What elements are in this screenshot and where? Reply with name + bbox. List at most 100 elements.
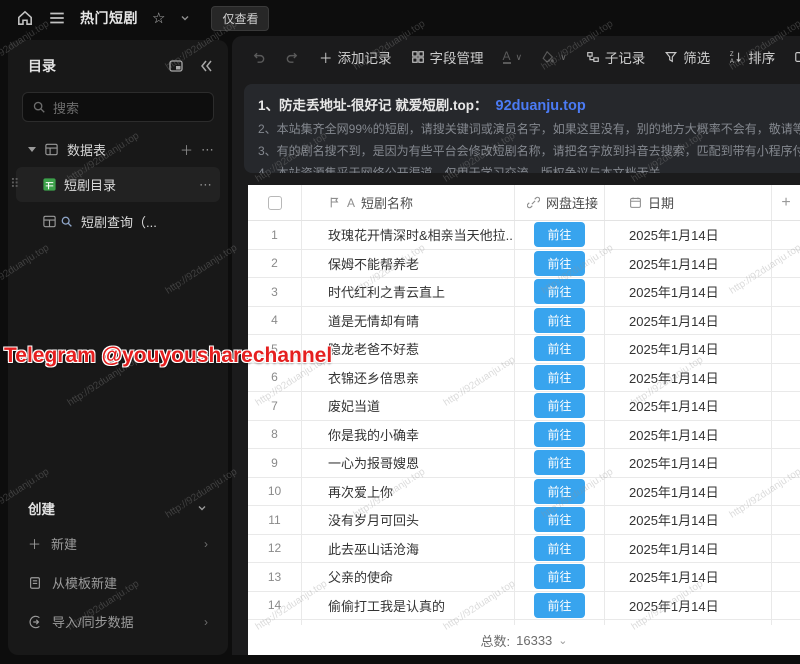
table-row[interactable]: 12 此去巫山话沧海 前往 2025年1月14日 (248, 535, 800, 564)
table-row[interactable]: 2 保姆不能帮养老 前往 2025年1月14日 (248, 250, 800, 279)
cell-drama-name[interactable]: 衣锦还乡倍思亲 (302, 364, 515, 392)
field-management-button[interactable]: 字段管理 (406, 43, 489, 71)
table-row[interactable]: 8 你是我的小确幸 前往 2025年1月14日 (248, 421, 800, 450)
column-header-name[interactable]: 短剧名称 (361, 193, 413, 212)
go-button[interactable]: 前往 (534, 222, 584, 247)
cell-drama-name[interactable]: 废妃当道 (302, 392, 515, 420)
chevron-down-icon[interactable] (179, 12, 191, 24)
go-button[interactable]: 前往 (534, 365, 584, 390)
go-button[interactable]: 前往 (534, 536, 584, 561)
table-row[interactable]: 7 废妃当道 前往 2025年1月14日 (248, 392, 800, 421)
cell-drama-name[interactable]: 时代红利之青云直上 (302, 278, 515, 306)
table-row[interactable]: 4 道是无情却有晴 前往 2025年1月14日 (248, 307, 800, 336)
go-button[interactable]: 前往 (534, 279, 584, 304)
panel-toggle-icon[interactable] (168, 58, 184, 74)
cell-date[interactable]: 2025年1月14日 (605, 250, 772, 278)
cell-date[interactable]: 2025年1月14日 (605, 278, 772, 306)
cell-date[interactable]: 2025年1月14日 (605, 307, 772, 335)
new-from-template-button[interactable]: 从模板新建 (22, 563, 214, 602)
go-button[interactable]: 前往 (534, 564, 584, 589)
table-row[interactable]: 1 玫瑰花开情深时&相亲当天他拉... 前往 2025年1月14日 (248, 221, 800, 250)
font-color-button[interactable]: A ∨ (498, 46, 528, 68)
collapse-sidebar-icon[interactable] (198, 58, 214, 74)
sidebar-item-drama-list[interactable]: ⠿ 短剧目录 ⋯ (16, 167, 220, 202)
go-button[interactable]: 前往 (534, 393, 584, 418)
row-number: 4 (248, 307, 302, 335)
cell-date[interactable]: 2025年1月14日 (605, 478, 772, 506)
sub-record-button[interactable]: 子记录 (581, 43, 651, 71)
table-row[interactable]: 6 衣锦还乡倍思亲 前往 2025年1月14日 (248, 364, 800, 393)
table-row[interactable]: 13 父亲的使命 前往 2025年1月14日 (248, 563, 800, 592)
cell-drama-name[interactable]: 你是我的小确幸 (302, 421, 515, 449)
home-icon[interactable] (16, 9, 34, 27)
star-icon[interactable]: ☆ (152, 9, 165, 27)
redo-button[interactable] (280, 46, 305, 69)
menu-icon[interactable] (48, 9, 66, 27)
row-number: 11 (248, 506, 302, 534)
table-row[interactable]: 9 一心为报哥嫂恩 前往 2025年1月14日 (248, 449, 800, 478)
cell-drama-name[interactable]: 偷偷打工我是认真的 (302, 592, 515, 620)
cell-date[interactable]: 2025年1月14日 (605, 592, 772, 620)
cell-date[interactable]: 2025年1月14日 (605, 221, 772, 249)
cell-drama-name[interactable]: 一心为报哥嫂恩 (302, 449, 515, 477)
sidebar-item-drama-query[interactable]: 短剧查询（... (16, 204, 220, 239)
go-button[interactable]: 前往 (534, 507, 584, 532)
select-all-checkbox[interactable] (268, 196, 282, 210)
table-row[interactable]: 11 没有岁月可回头 前往 2025年1月14日 (248, 506, 800, 535)
cell-drama-name[interactable]: 父亲的使命 (302, 563, 515, 591)
table-row[interactable]: 3 时代红利之青云直上 前往 2025年1月14日 (248, 278, 800, 307)
column-header-link[interactable]: 网盘连接 (546, 193, 598, 212)
chevron-down-icon[interactable]: ⌄ (558, 634, 567, 647)
search-input[interactable]: 搜索 (22, 92, 214, 122)
caret-down-icon[interactable] (28, 147, 36, 152)
cell-date[interactable]: 2025年1月14日 (605, 449, 772, 477)
table-row[interactable]: 14 偷偷打工我是认真的 前往 2025年1月14日 (248, 592, 800, 621)
cell-date[interactable]: 2025年1月14日 (605, 506, 772, 534)
add-table-icon[interactable]: ＋ (180, 140, 193, 159)
cell-date[interactable]: 2025年1月14日 (605, 392, 772, 420)
undo-button[interactable] (246, 46, 271, 69)
import-label: 导入/同步数据 (52, 612, 194, 631)
go-button[interactable]: 前往 (534, 422, 584, 447)
cell-date[interactable]: 2025年1月14日 (605, 335, 772, 363)
group-button[interactable]: 分组 (789, 43, 800, 71)
go-button[interactable]: 前往 (534, 336, 584, 361)
cell-drama-name[interactable]: 此去巫山话沧海 (302, 535, 515, 563)
cell-date[interactable]: 2025年1月14日 (605, 421, 772, 449)
cell-date[interactable]: 2025年1月14日 (605, 563, 772, 591)
cell-drama-name[interactable]: 隐龙老爸不好惹 (302, 335, 515, 363)
top-bar: 热门短剧 ☆ 仅查看 (0, 0, 800, 36)
cell-drama-name[interactable]: 保姆不能帮养老 (302, 250, 515, 278)
drag-handle-icon[interactable]: ⠿ (10, 176, 20, 192)
column-header-date[interactable]: 日期 (648, 193, 674, 212)
cell-drama-name[interactable]: 道是无情却有晴 (302, 307, 515, 335)
plus-icon: ＋ (28, 534, 41, 553)
row-number: 3 (248, 278, 302, 306)
table-row[interactable]: 10 再次爱上你 前往 2025年1月14日 (248, 478, 800, 507)
fill-color-button[interactable]: ∨ (536, 46, 572, 68)
cell-date[interactable]: 2025年1月14日 (605, 364, 772, 392)
table-row[interactable]: 5 隐龙老爸不好惹 前往 2025年1月14日 (248, 335, 800, 364)
import-sync-button[interactable]: 导入/同步数据 › (22, 602, 214, 641)
go-button[interactable]: 前往 (534, 593, 584, 618)
go-button[interactable]: 前往 (534, 450, 584, 475)
more-icon[interactable]: ⋯ (199, 177, 212, 193)
more-icon[interactable]: ⋯ (201, 142, 214, 158)
group-icon (794, 50, 800, 64)
go-button[interactable]: 前往 (534, 308, 584, 333)
cell-drama-name[interactable]: 没有岁月可回头 (302, 506, 515, 534)
add-column-button[interactable]: + (772, 185, 800, 220)
go-button[interactable]: 前往 (534, 479, 584, 504)
cell-drama-name[interactable]: 再次爱上你 (302, 478, 515, 506)
add-record-button[interactable]: ＋ 添加记录 (314, 43, 397, 71)
cell-date[interactable]: 2025年1月14日 (605, 535, 772, 563)
sort-button[interactable]: ZA 排序 (724, 43, 780, 71)
go-button[interactable]: 前往 (534, 251, 584, 276)
filter-button[interactable]: 筛选 (659, 43, 715, 71)
cell-drama-name[interactable]: 玫瑰花开情深时&相亲当天他拉... (302, 221, 515, 249)
sub-record-label: 子记录 (605, 47, 646, 67)
site-link[interactable]: 92duanju.top (496, 98, 586, 114)
create-section-header[interactable]: 创建 (22, 492, 214, 524)
new-button[interactable]: ＋ 新建 › (22, 524, 214, 563)
sidebar-item-datatables[interactable]: 数据表 ＋ ⋯ (8, 130, 228, 165)
